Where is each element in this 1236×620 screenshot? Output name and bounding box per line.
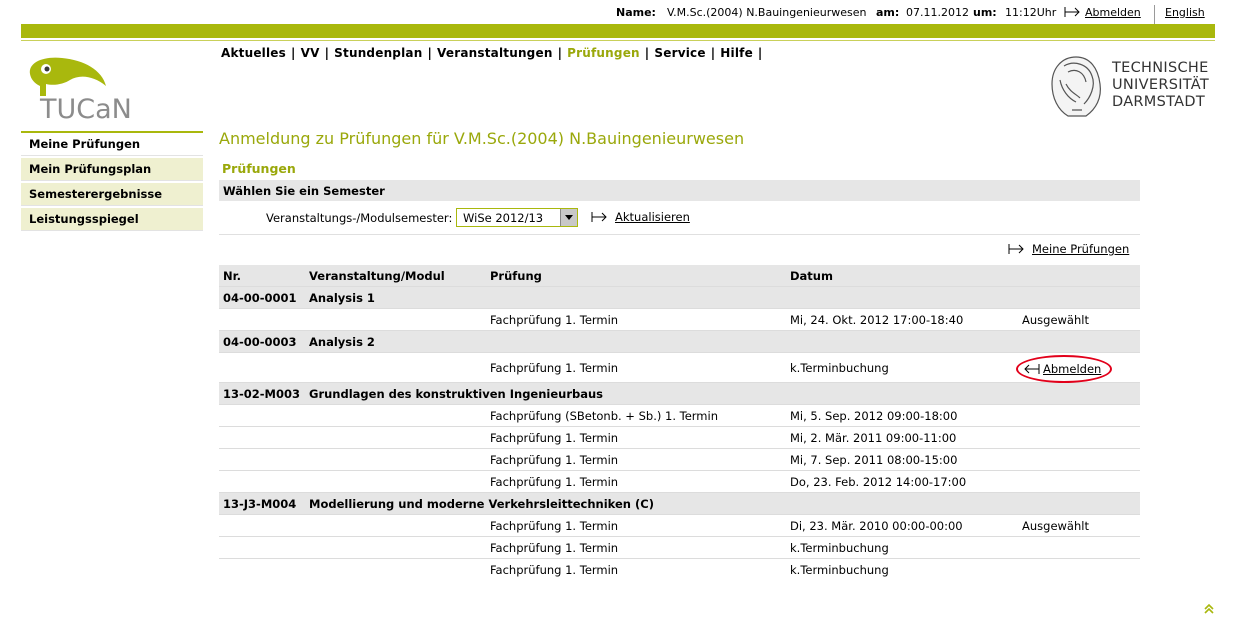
header-divider xyxy=(21,40,1215,41)
nav-service[interactable]: Service xyxy=(654,46,705,60)
table-row: Fachprüfung 1. Termin k.Terminbuchung Ab… xyxy=(219,353,1140,383)
exam-date: k.Terminbuchung xyxy=(790,563,889,577)
exam-date: Mi, 5. Sep. 2012 09:00-18:00 xyxy=(790,409,958,423)
module-number: 04-00-0003 xyxy=(223,335,297,349)
table-row: Fachprüfung 1. Termin Mi, 24. Okt. 2012 … xyxy=(219,309,1140,331)
my-exams-label: Meine Prüfungen xyxy=(1032,242,1130,256)
unregister-link[interactable]: Abmelden xyxy=(1022,362,1101,376)
exam-name: Fachprüfung 1. Termin xyxy=(490,313,619,327)
exam-table: Nr. Veranstaltung/Modul Prüfung Datum 04… xyxy=(219,265,1140,580)
exam-date: Do, 23. Feb. 2012 14:00-17:00 xyxy=(790,475,967,489)
exam-name: Fachprüfung 1. Termin xyxy=(490,541,619,555)
choose-semester-bar: Wählen Sie ein Semester xyxy=(219,180,1140,201)
header-module: Veranstaltung/Modul xyxy=(309,269,445,283)
module-number: 13-J3-M004 xyxy=(223,497,297,511)
exam-name: Fachprüfung 1. Termin xyxy=(490,361,619,375)
header-exam: Prüfung xyxy=(490,269,542,283)
module-name: Analysis 1 xyxy=(309,291,375,305)
section-title: Prüfungen xyxy=(222,161,296,176)
exam-status: Ausgewählt xyxy=(1022,519,1089,533)
table-row: Fachprüfung (SBetonb. + Sb.) 1. Termin M… xyxy=(219,405,1140,427)
header-date: Datum xyxy=(790,269,833,283)
exam-date: Mi, 2. Mär. 2011 09:00-11:00 xyxy=(790,431,957,445)
semester-selected-value: WiSe 2012/13 xyxy=(463,211,544,225)
module-group-row: 04-00-0001 Analysis 1 xyxy=(219,287,1140,309)
choose-semester-label: Wählen Sie ein Semester xyxy=(223,184,385,198)
module-group-row: 13-J3-M004 Modellierung und moderne Verk… xyxy=(219,493,1140,515)
side-item-meine-pruefungen[interactable]: Meine Prüfungen xyxy=(21,133,203,156)
arrow-right-icon xyxy=(1064,7,1080,17)
scroll-to-top-icon[interactable] xyxy=(1204,604,1214,614)
refresh-link[interactable]: Aktualisieren xyxy=(591,210,690,224)
module-name: Modellierung und moderne Verkehrsleittec… xyxy=(309,497,654,511)
nav-vv[interactable]: VV xyxy=(301,46,320,60)
exam-name: Fachprüfung (SBetonb. + Sb.) 1. Termin xyxy=(490,409,718,423)
logout-label: Abmelden xyxy=(1085,6,1141,19)
side-item-semesterergebnisse[interactable]: Semesterergebnisse xyxy=(21,183,203,206)
exam-name: Fachprüfung 1. Termin xyxy=(490,453,619,467)
nav-stundenplan[interactable]: Stundenplan xyxy=(334,46,422,60)
date-label: am: xyxy=(876,6,900,19)
table-header-row: Nr. Veranstaltung/Modul Prüfung Datum xyxy=(219,265,1140,287)
logout-link[interactable]: Abmelden xyxy=(1064,6,1141,19)
time-label: um: xyxy=(973,6,997,19)
semester-select[interactable]: WiSe 2012/13 xyxy=(456,208,578,227)
tucan-logo[interactable]: TUCaN xyxy=(24,56,154,124)
module-number: 04-00-0001 xyxy=(223,291,297,305)
table-row: Fachprüfung 1. Termin Di, 23. Mär. 2010 … xyxy=(219,515,1140,537)
current-time: 11:12Uhr xyxy=(1005,6,1057,19)
side-navigation: Meine Prüfungen Mein Prüfungsplan Semest… xyxy=(21,131,203,233)
side-item-leistungsspiegel[interactable]: Leistungsspiegel xyxy=(21,208,203,231)
module-group-row: 13-02-M003 Grundlagen des konstruktiven … xyxy=(219,383,1140,405)
exam-date: k.Terminbuchung xyxy=(790,361,889,375)
module-name: Analysis 2 xyxy=(309,335,375,349)
exam-date: Mi, 24. Okt. 2012 17:00-18:40 xyxy=(790,313,964,327)
refresh-label: Aktualisieren xyxy=(615,210,690,224)
exam-date: Mi, 7. Sep. 2011 08:00-15:00 xyxy=(790,453,958,467)
exam-name: Fachprüfung 1. Termin xyxy=(490,431,619,445)
table-row: Fachprüfung 1. Termin Do, 23. Feb. 2012 … xyxy=(219,471,1140,493)
module-number: 13-02-M003 xyxy=(223,387,301,401)
semester-label: Veranstaltungs-/Modulsemester: xyxy=(266,211,453,225)
tu-darmstadt-seal-icon xyxy=(1051,56,1101,117)
table-row: Fachprüfung 1. Termin Mi, 7. Sep. 2011 0… xyxy=(219,449,1140,471)
arrow-right-icon xyxy=(1008,244,1024,254)
exam-name: Fachprüfung 1. Termin xyxy=(490,475,619,489)
nav-veranstaltungen[interactable]: Veranstaltungen xyxy=(437,46,553,60)
nav-pruefungen[interactable]: Prüfungen xyxy=(567,46,640,60)
arrow-left-icon xyxy=(1024,364,1040,374)
exam-date: k.Terminbuchung xyxy=(790,541,889,555)
main-navigation: Aktuelles | VV | Stundenplan | Veranstaltungen… xyxy=(221,46,763,60)
topbar-divider xyxy=(1154,5,1155,25)
unregister-label: Abmelden xyxy=(1043,362,1102,376)
top-status-bar: Name: V.M.Sc.(2004) N.Bauingenieurwesen … xyxy=(0,5,1236,25)
table-row: Fachprüfung 1. Termin k.Terminbuchung xyxy=(219,559,1140,580)
exam-date: Di, 23. Mär. 2010 00:00-00:00 xyxy=(790,519,963,533)
header-nr: Nr. xyxy=(223,269,242,283)
language-link[interactable]: English xyxy=(1165,6,1205,19)
nav-aktuelles[interactable]: Aktuelles xyxy=(221,46,286,60)
dropdown-arrow-icon[interactable] xyxy=(560,209,577,226)
exam-name: Fachprüfung 1. Termin xyxy=(490,519,619,533)
module-group-row: 04-00-0003 Analysis 2 xyxy=(219,331,1140,353)
name-label: Name: xyxy=(616,6,656,19)
side-item-pruefungsplan[interactable]: Mein Prüfungsplan xyxy=(21,158,203,181)
header-green-bar xyxy=(21,24,1215,38)
module-name: Grundlagen des konstruktiven Ingenieurba… xyxy=(309,387,604,401)
tu-darmstadt-wordmark: TECHNISCHE UNIVERSITÄT DARMSTADT xyxy=(1112,60,1210,110)
table-row: Fachprüfung 1. Termin Mi, 2. Mär. 2011 0… xyxy=(219,427,1140,449)
exam-name: Fachprüfung 1. Termin xyxy=(490,563,619,577)
tucan-logo-text: TUCaN xyxy=(39,94,132,124)
nav-hilfe[interactable]: Hilfe xyxy=(720,46,753,60)
exam-status: Ausgewählt xyxy=(1022,313,1089,327)
arrow-right-icon xyxy=(591,212,607,222)
table-row: Fachprüfung 1. Termin k.Terminbuchung xyxy=(219,537,1140,559)
user-name: V.M.Sc.(2004) N.Bauingenieurwesen xyxy=(667,6,867,19)
my-exams-link[interactable]: Meine Prüfungen xyxy=(1008,242,1129,256)
page-title: Anmeldung zu Prüfungen für V.M.Sc.(2004)… xyxy=(219,129,745,148)
semester-row: Veranstaltungs-/Modulsemester: WiSe 2012… xyxy=(219,208,1140,235)
current-date: 07.11.2012 xyxy=(906,6,969,19)
